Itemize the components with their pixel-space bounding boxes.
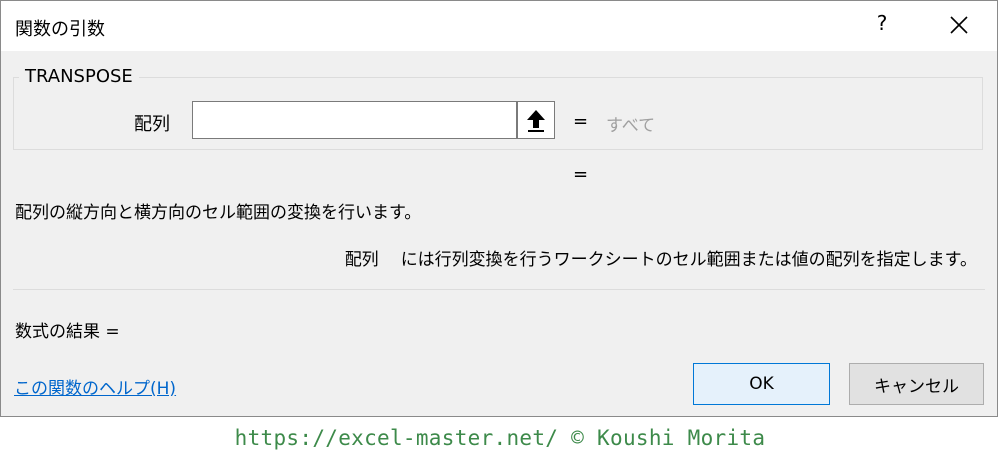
formula-result: 数式の結果 =: [15, 322, 120, 342]
close-icon: [950, 16, 968, 34]
close-button[interactable]: [941, 9, 977, 43]
range-select-button[interactable]: [517, 101, 555, 139]
argument-description: 配列 には行列変換を行うワークシートのセル範囲または値の配列を指定します。: [345, 245, 977, 270]
argument-description-name: 配列: [344, 250, 379, 270]
divider: [13, 289, 985, 290]
array-input[interactable]: [192, 101, 517, 139]
argument-result-hint: すべて: [606, 116, 656, 136]
argument-equals: =: [573, 111, 589, 132]
footer-credit: https://excel-master.net/ © Koushi Morit…: [234, 426, 766, 450]
ok-button[interactable]: OK: [693, 363, 830, 405]
argument-label: 配列: [134, 114, 170, 135]
function-arguments-dialog: 関数の引数 ? TRANSPOSE 配列 = すべて = 配列の縦方向と横方向の…: [0, 0, 998, 417]
dialog-title: 関数の引数: [15, 19, 105, 40]
argument-description-text: には行列変換を行うワークシートのセル範囲または値の配列を指定します。: [400, 250, 977, 270]
function-name: TRANSPOSE: [19, 66, 139, 87]
help-button[interactable]: ?: [871, 11, 893, 41]
function-result-equals: =: [573, 164, 589, 185]
cancel-button[interactable]: キャンセル: [849, 363, 984, 405]
function-description: 配列の縦方向と横方向のセル範囲の変換を行います。: [15, 203, 422, 223]
title-bar: 関数の引数 ?: [1, 1, 997, 51]
function-help-link[interactable]: この関数のヘルプ(H): [14, 374, 176, 399]
up-arrow-icon: [527, 110, 545, 132]
